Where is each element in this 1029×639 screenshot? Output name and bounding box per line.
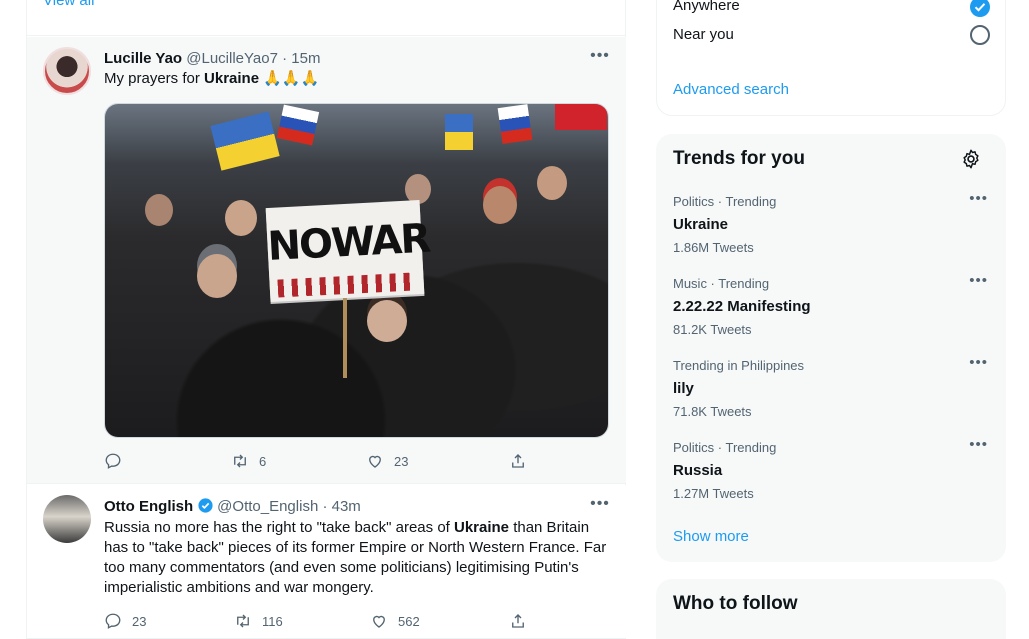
tweet-header: Otto English @Otto_English · 43m bbox=[104, 497, 361, 517]
location-option-near-you[interactable]: Near you bbox=[673, 26, 734, 43]
reply-icon bbox=[105, 613, 121, 629]
trend-name: Russia bbox=[673, 462, 723, 479]
trend-count: 1.86M Tweets bbox=[673, 240, 754, 255]
crowd-person bbox=[537, 166, 567, 200]
tweet-actions: 23 116 562 bbox=[104, 611, 534, 631]
author-name[interactable]: Otto English bbox=[104, 498, 193, 515]
crowd-person bbox=[197, 254, 237, 298]
tweet-text: Russia no more has the right to "take ba… bbox=[104, 518, 614, 598]
trend-item[interactable]: Politics · Trending Ukraine 1.86M Tweets… bbox=[673, 191, 988, 256]
crowd-person bbox=[145, 194, 173, 226]
view-all-link[interactable]: View all bbox=[43, 0, 94, 9]
tweet-header: Lucille Yao @LucilleYao7 · 15m bbox=[104, 49, 320, 69]
tweet-actions: 6 23 bbox=[104, 451, 534, 471]
reply-button[interactable] bbox=[104, 451, 132, 471]
reply-icon bbox=[105, 453, 121, 469]
more-icon[interactable]: ••• bbox=[969, 437, 988, 452]
retweet-count: 6 bbox=[259, 453, 267, 469]
more-icon[interactable]: ••• bbox=[969, 191, 988, 206]
retweet-icon bbox=[234, 454, 246, 468]
ukraine-flag bbox=[210, 111, 280, 171]
share-icon bbox=[512, 454, 524, 468]
share-icon bbox=[512, 614, 524, 628]
tweet[interactable]: Lucille Yao @LucilleYao7 · 15m ••• My pr… bbox=[27, 37, 626, 484]
check-icon[interactable] bbox=[970, 0, 990, 17]
timeline: View all Lucille Yao @LucilleYao7 · 15m … bbox=[26, 0, 626, 639]
who-to-follow-title: Who to follow bbox=[673, 593, 798, 614]
crowd-person bbox=[483, 186, 517, 224]
trend-count: 81.2K Tweets bbox=[673, 322, 752, 337]
reply-count: 23 bbox=[132, 613, 147, 629]
like-icon bbox=[373, 615, 385, 628]
trend-meta: Politics · Trending bbox=[673, 440, 777, 455]
trend-meta: Politics · Trending bbox=[673, 194, 777, 209]
ukraine-flag bbox=[445, 114, 473, 150]
reply-button[interactable]: 23 bbox=[104, 611, 146, 631]
red-flag bbox=[555, 104, 607, 130]
radio-near-you[interactable] bbox=[970, 25, 990, 45]
trends-title: Trends for you bbox=[673, 148, 805, 169]
trend-meta: Music · Trending bbox=[673, 276, 770, 291]
trend-item[interactable]: Music · Trending 2.22.22 Manifesting 81.… bbox=[673, 273, 988, 338]
retweet-button[interactable]: 6 bbox=[231, 451, 266, 471]
trends-panel: Trends for you Politics · Trending Ukrai… bbox=[656, 134, 1006, 562]
view-all-row: View all bbox=[27, 0, 626, 36]
avatar[interactable] bbox=[43, 495, 91, 543]
tweet-text-part: Russia no more has the right to "take ba… bbox=[104, 519, 454, 536]
tweet-text-part: My prayers for bbox=[104, 70, 205, 87]
trend-count: 1.27M Tweets bbox=[673, 486, 754, 501]
russia-flag bbox=[497, 104, 533, 144]
like-count: 562 bbox=[398, 613, 420, 629]
crowd-person bbox=[367, 300, 407, 342]
like-count: 23 bbox=[394, 453, 409, 469]
like-icon bbox=[369, 455, 381, 468]
share-button[interactable] bbox=[509, 611, 527, 631]
more-icon[interactable]: ••• bbox=[590, 48, 610, 69]
tweet-text-highlight[interactable]: Ukraine bbox=[454, 519, 509, 536]
retweet-icon bbox=[237, 614, 249, 628]
sign-text: NOWAR bbox=[266, 215, 431, 271]
retweet-button[interactable]: 116 bbox=[234, 611, 283, 631]
more-icon[interactable]: ••• bbox=[590, 496, 610, 517]
location-option-anywhere[interactable]: Anywhere bbox=[673, 0, 740, 14]
trend-name: Ukraine bbox=[673, 216, 729, 233]
author-name[interactable]: Lucille Yao bbox=[104, 50, 182, 67]
tweet-text: My prayers for Ukraine 🙏🙏🙏 bbox=[104, 69, 604, 89]
tweet[interactable]: Otto English @Otto_English · 43m ••• Russ… bbox=[27, 485, 626, 639]
no-war-sign: NOWAR bbox=[265, 200, 431, 302]
share-button[interactable] bbox=[509, 451, 527, 471]
retweet-count: 116 bbox=[262, 613, 283, 629]
sign-stick bbox=[343, 298, 347, 378]
verified-icon bbox=[198, 498, 213, 513]
tweet-text-part: 🙏🙏🙏 bbox=[259, 70, 320, 87]
like-button[interactable]: 23 bbox=[366, 451, 408, 471]
author-handle[interactable]: @LucilleYao7 · 15m bbox=[186, 50, 320, 67]
protest-photo: NOWAR bbox=[105, 104, 608, 437]
author-handle[interactable]: @Otto_English · 43m bbox=[217, 498, 361, 515]
crowd-person bbox=[225, 200, 257, 236]
like-button[interactable]: 562 bbox=[370, 611, 420, 631]
trend-meta: Trending in Philippines bbox=[673, 358, 805, 373]
trend-name: lily bbox=[673, 380, 694, 397]
trend-item[interactable]: Politics · Trending Russia 1.27M Tweets … bbox=[673, 437, 988, 502]
search-filters-panel: Anywhere Near you Advanced search bbox=[656, 0, 1006, 116]
show-more-link[interactable]: Show more bbox=[673, 528, 749, 545]
advanced-search-link[interactable]: Advanced search bbox=[673, 81, 789, 98]
tweet-text-highlight[interactable]: Ukraine bbox=[204, 70, 259, 87]
trend-name: 2.22.22 Manifesting bbox=[673, 298, 811, 315]
who-to-follow-panel: Who to follow bbox=[656, 579, 1006, 639]
gear-icon[interactable] bbox=[960, 148, 982, 170]
avatar[interactable] bbox=[43, 47, 91, 95]
tweet-photo[interactable]: NOWAR bbox=[104, 103, 609, 438]
trend-count: 71.8K Tweets bbox=[673, 404, 752, 419]
sign-drips bbox=[277, 272, 417, 298]
trend-item[interactable]: Trending in Philippines lily 71.8K Tweet… bbox=[673, 355, 988, 420]
russia-flag bbox=[276, 104, 320, 146]
more-icon[interactable]: ••• bbox=[969, 273, 988, 288]
more-icon[interactable]: ••• bbox=[969, 355, 988, 370]
